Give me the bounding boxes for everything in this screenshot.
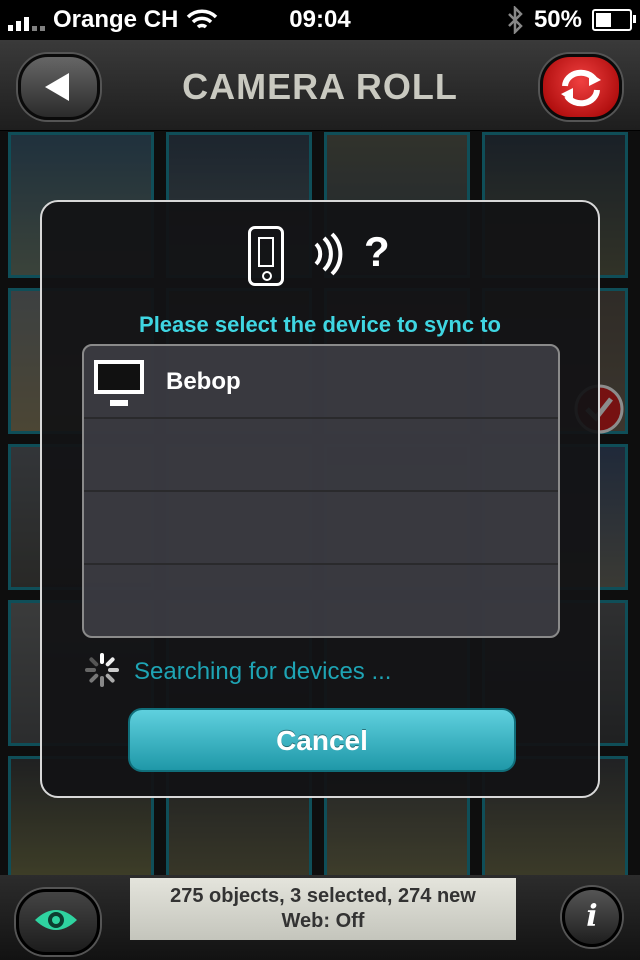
spinner-icon: [85, 653, 119, 687]
info-button[interactable]: i: [562, 887, 622, 947]
dialog-icons: ?: [42, 226, 598, 286]
question-icon: ?: [364, 228, 390, 275]
device-row-empty: [84, 492, 558, 565]
wireless-waves-icon: [314, 232, 343, 276]
status-objects: 275 objects, 3 selected, 274 new: [170, 885, 476, 907]
cancel-button[interactable]: Cancel: [128, 708, 516, 772]
bluetooth-icon: [508, 6, 523, 34]
refresh-icon: [561, 69, 601, 107]
sync-dialog: ? Please select the device to sync to Be…: [40, 200, 600, 798]
device-row-empty: [84, 419, 558, 492]
status-web: Web: Off: [281, 910, 365, 932]
battery-fill: [596, 13, 611, 27]
device-name: Bebop: [166, 368, 241, 395]
phone-icon: [248, 226, 284, 286]
preview-button[interactable]: [16, 889, 100, 955]
status-panel: 275 objects, 3 selected, 274 new Web: Of…: [130, 878, 516, 940]
dialog-prompt: Please select the device to sync to: [139, 312, 501, 337]
eye-icon: [35, 910, 77, 930]
monitor-icon: [94, 360, 144, 406]
status-right: 50%: [506, 6, 636, 34]
bottom-toolbar: 275 objects, 3 selected, 274 new Web: Of…: [0, 875, 640, 960]
status-bar: Orange CH 09:04 50%: [0, 0, 640, 40]
searching-text: Searching for devices ...: [134, 658, 392, 685]
device-row-empty: [84, 565, 558, 636]
battery-percent: 50%: [533, 6, 582, 33]
searching-indicator: Searching for devices ...: [82, 650, 562, 690]
device-row[interactable]: Bebop: [84, 346, 558, 419]
device-list: Bebop: [82, 344, 560, 638]
battery-icon: [592, 9, 636, 31]
sync-button[interactable]: [540, 54, 622, 120]
back-button[interactable]: [18, 54, 100, 120]
